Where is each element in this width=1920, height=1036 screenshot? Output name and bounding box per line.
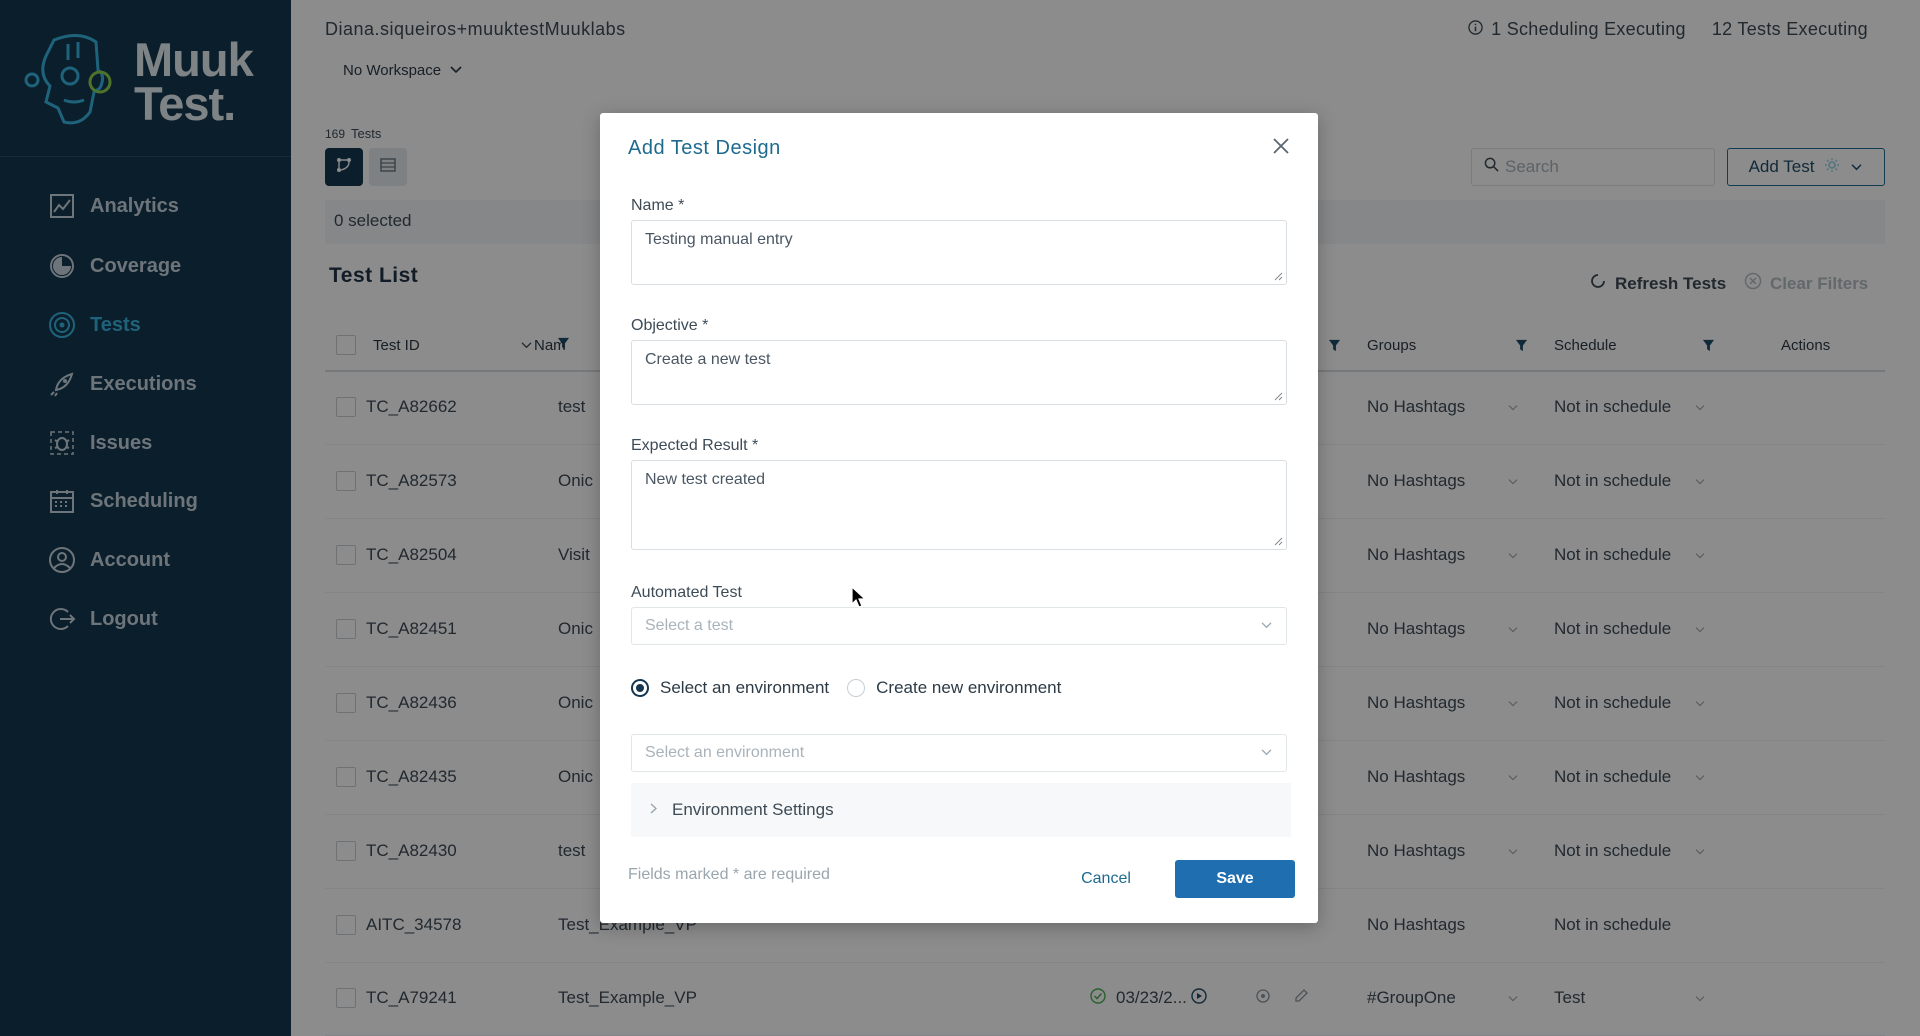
environment-select[interactable]: Select an environment — [631, 734, 1287, 772]
automated-test-label: Automated Test — [631, 584, 742, 601]
resize-handle-icon[interactable] — [1273, 536, 1283, 546]
modal-title: Add Test Design — [628, 137, 781, 159]
environment-placeholder: Select an environment — [645, 744, 805, 761]
name-label: Name * — [631, 197, 685, 214]
expected-result-label: Expected Result * — [631, 437, 759, 454]
chevron-down-icon — [1260, 744, 1273, 762]
name-value: Testing manual entry — [645, 231, 793, 248]
automated-test-select[interactable]: Select a test — [631, 607, 1287, 645]
resize-handle-icon[interactable] — [1273, 271, 1283, 281]
expected-result-field[interactable]: New test created — [631, 460, 1287, 550]
objective-label: Objective * — [631, 317, 709, 334]
radio-label: Create new environment — [876, 678, 1062, 697]
add-test-design-modal: Add Test Design Name * Testing manual en… — [600, 113, 1318, 923]
close-icon[interactable] — [1270, 135, 1294, 159]
radio-select-environment[interactable]: Select an environment — [631, 678, 829, 698]
environment-settings-toggle[interactable]: Environment Settings — [631, 783, 1291, 837]
radio-label: Select an environment — [660, 678, 830, 697]
expected-result-value: New test created — [645, 471, 766, 488]
radio-create-environment[interactable]: Create new environment — [847, 678, 1061, 698]
cancel-button[interactable]: Cancel — [1070, 861, 1142, 897]
resize-handle-icon[interactable] — [1273, 391, 1283, 401]
environment-mode: Select an environment Create new environ… — [631, 678, 1061, 698]
required-note: Fields marked * are required — [628, 866, 830, 883]
mouse-cursor-icon — [851, 586, 867, 608]
environment-settings-label: Environment Settings — [672, 800, 834, 819]
objective-value: Create a new test — [645, 351, 771, 368]
objective-field[interactable]: Create a new test — [631, 340, 1287, 405]
radio-selected-icon — [631, 679, 649, 697]
chevron-right-icon — [649, 800, 658, 820]
automated-test-placeholder: Select a test — [645, 617, 734, 634]
name-field[interactable]: Testing manual entry — [631, 220, 1287, 285]
radio-unselected-icon — [847, 679, 866, 697]
save-button[interactable]: Save — [1175, 860, 1295, 898]
chevron-down-icon — [1260, 617, 1273, 635]
